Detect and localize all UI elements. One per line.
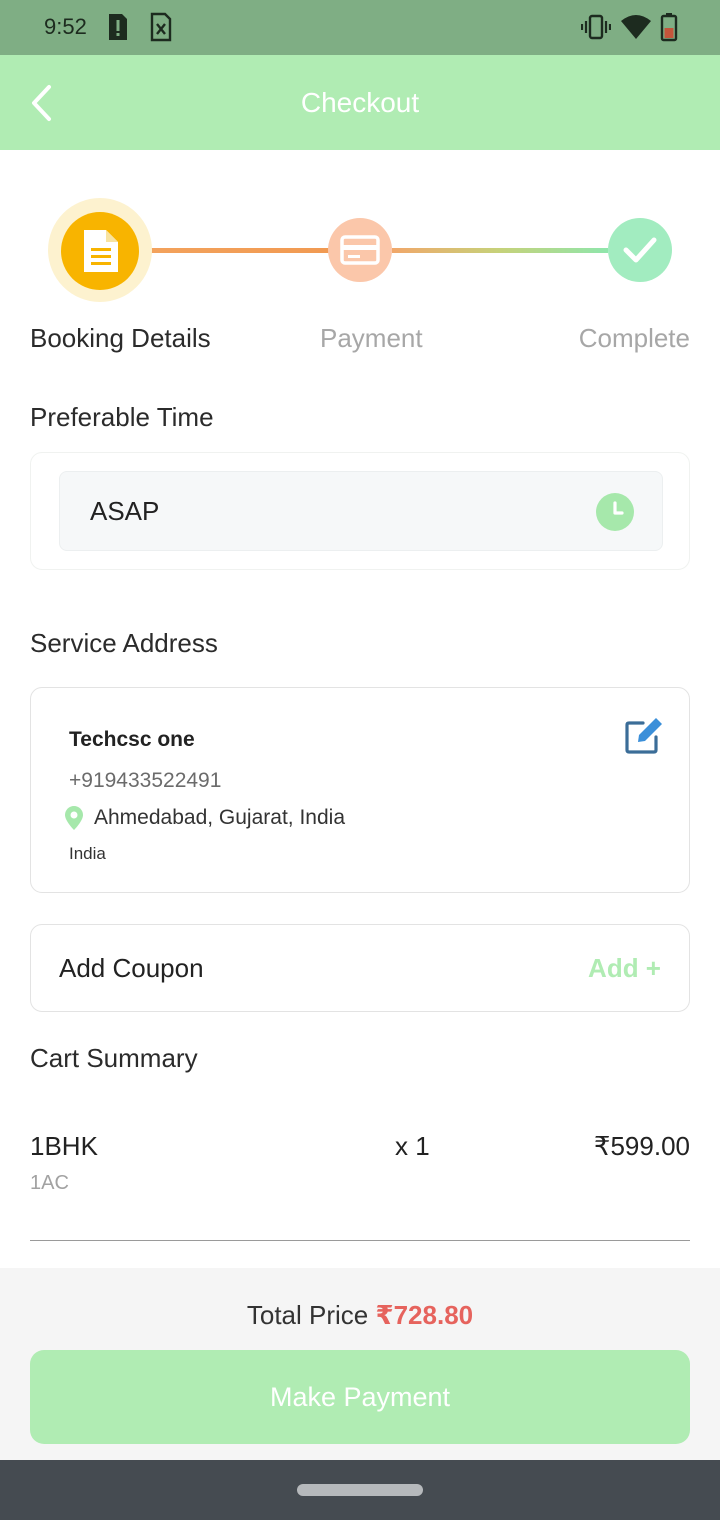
add-coupon-card[interactable]: Add Coupon Add + [30,924,690,1012]
sim-card-icon [150,12,172,42]
step-connector [392,248,608,253]
step-complete [608,218,672,282]
sim-alert-icon [109,14,127,40]
add-coupon-label: Add Coupon [59,953,204,983]
cart-item-price: ₹599.00 [593,1131,690,1161]
service-address-card: Techcsc one +919433522491 Ahmedabad, Guj… [30,687,690,893]
step-payment [328,218,392,282]
address-country: India [69,844,106,863]
clock-icon [596,493,634,531]
total-amount: ₹728.80 [375,1300,474,1330]
cart-summary-heading: Cart Summary [30,1043,198,1073]
app-bar: Checkout [0,55,720,150]
location-pin-icon [65,806,83,830]
cart-item-name: 1BHK [30,1131,98,1161]
address-line: Ahmedabad, Gujarat, India [94,806,345,829]
service-address-heading: Service Address [30,628,218,658]
step-label-booking-details: Booking Details [30,323,211,353]
preferable-time-value: ASAP [90,496,160,526]
document-icon [84,230,118,272]
cart-item-qty: x 1 [395,1131,430,1161]
cart-item-variant: 1AC [30,1172,69,1194]
total-row: Total Price ₹728.80 [0,1300,720,1331]
step-connector [150,248,330,253]
preferable-time-field[interactable]: ASAP [59,471,663,551]
wifi-icon [621,15,651,39]
step-booking-details [61,212,139,290]
card-icon [340,235,380,265]
step-label-payment: Payment [320,323,423,353]
home-handle[interactable] [297,1484,423,1496]
address-phone: +919433522491 [69,769,222,792]
checkout-footer: Total Price ₹728.80 Make Payment [0,1268,720,1460]
preferable-time-card: ASAP [30,452,690,570]
make-payment-button[interactable]: Make Payment [30,1350,690,1444]
make-payment-label: Make Payment [269,1381,451,1412]
status-bar: 9:52 [0,0,720,55]
battery-icon [660,13,678,42]
preferable-time-heading: Preferable Time [30,402,214,432]
edit-address-button[interactable] [623,716,663,756]
step-label-complete: Complete [578,323,690,353]
status-time: 9:52 [44,14,87,39]
checkout-stepper: Booking Details Payment Complete [0,195,720,365]
total-label: Total Price [246,1300,369,1330]
address-name: Techcsc one [69,728,195,751]
divider [30,1240,690,1241]
system-nav-bar [0,1460,720,1520]
check-icon [623,237,657,263]
page-title: Checkout [300,87,420,118]
vibrate-icon [581,14,611,40]
add-coupon-button[interactable]: Add + [588,953,661,984]
